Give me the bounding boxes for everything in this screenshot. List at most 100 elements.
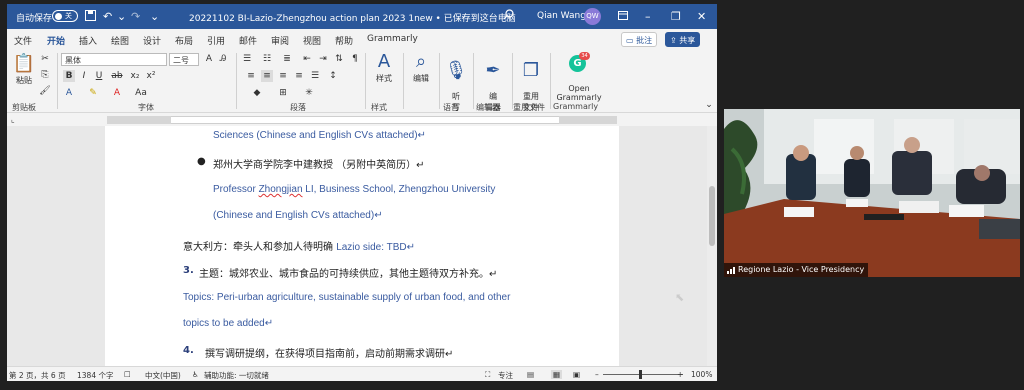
change-case-icon[interactable]: Aa bbox=[135, 87, 147, 99]
zoom-out-icon[interactable]: – bbox=[595, 370, 599, 379]
show-marks-icon[interactable]: ¶ bbox=[349, 53, 361, 65]
open-grammarly-button[interactable]: Open Grammarly bbox=[553, 75, 605, 102]
cut-icon[interactable]: ✂ bbox=[39, 53, 51, 65]
comment-icon: ▭ bbox=[626, 36, 637, 45]
format-painter-icon[interactable]: 🖌 bbox=[39, 85, 51, 97]
zoom-level[interactable]: 100% bbox=[691, 370, 712, 379]
tab-review[interactable]: 审阅 bbox=[271, 34, 289, 47]
web-layout-icon[interactable]: ▣ bbox=[573, 370, 580, 379]
accessibility-icon[interactable]: ♿ bbox=[192, 370, 199, 379]
doc-text: Professor bbox=[213, 184, 259, 195]
share-label: 共享 bbox=[679, 36, 696, 45]
underline-button[interactable]: U bbox=[93, 70, 105, 82]
search-icon[interactable] bbox=[503, 9, 514, 23]
decrease-indent-icon[interactable]: ⇤ bbox=[301, 53, 313, 65]
asian-layout-icon[interactable]: ✳ bbox=[303, 87, 315, 99]
increase-indent-icon[interactable]: ⇥ bbox=[317, 53, 329, 65]
font-size-value: 二号 bbox=[173, 56, 189, 65]
clear-format-icon[interactable]: Ꭿ bbox=[217, 53, 229, 65]
tab-draw[interactable]: 绘图 bbox=[111, 34, 129, 47]
language[interactable]: 中文(中国) bbox=[145, 370, 181, 381]
zoom-in-icon[interactable]: + bbox=[677, 370, 683, 379]
tab-layout[interactable]: 布局 bbox=[175, 34, 193, 47]
tab-stop-icon[interactable]: ⌞ bbox=[11, 115, 15, 124]
distributed-icon[interactable]: ☰ bbox=[309, 70, 321, 82]
share-button[interactable]: ⇪ 共享 bbox=[665, 32, 701, 47]
vertical-scrollbar[interactable] bbox=[707, 126, 717, 366]
autosave-state: 关 bbox=[65, 12, 72, 20]
save-icon[interactable] bbox=[85, 10, 96, 24]
focus-icon[interactable]: ⛶ bbox=[485, 370, 490, 380]
line-spacing-icon[interactable]: ↕ bbox=[327, 70, 339, 82]
close-icon[interactable]: ✕ bbox=[697, 10, 706, 23]
title-caret[interactable]: ⌄ bbox=[460, 11, 468, 21]
highlight-icon[interactable]: ✎ bbox=[87, 87, 99, 99]
subscript-button[interactable]: x₂ bbox=[129, 70, 141, 82]
accessibility-status[interactable]: 辅助功能: 一切就绪 bbox=[204, 370, 269, 381]
superscript-button[interactable]: x² bbox=[145, 70, 157, 82]
group-divider bbox=[439, 53, 440, 109]
customize-toolbar-icon[interactable]: ⌄ bbox=[150, 10, 159, 23]
font-size-select[interactable]: 二号 bbox=[169, 53, 199, 66]
list-number: 4. bbox=[183, 345, 194, 356]
tab-insert[interactable]: 插入 bbox=[79, 34, 97, 47]
copy-icon[interactable]: ⎘ bbox=[39, 69, 51, 81]
ruler-strip[interactable] bbox=[107, 116, 617, 124]
editing-button[interactable]: ⌕ 编辑 bbox=[407, 51, 435, 84]
scrollbar-thumb[interactable] bbox=[709, 186, 715, 246]
undo-dropdown-icon[interactable]: ⌄ bbox=[117, 10, 126, 23]
borders-icon[interactable]: ⊞ bbox=[277, 87, 289, 99]
justify-icon[interactable]: ≡ bbox=[293, 70, 305, 82]
comments-button[interactable]: ▭ 批注 bbox=[621, 32, 658, 47]
zoom-slider-knob[interactable] bbox=[639, 370, 642, 379]
read-mode-icon[interactable]: ▤ bbox=[527, 370, 534, 379]
tab-grammarly[interactable]: Grammarly bbox=[367, 34, 418, 44]
avatar[interactable]: QW bbox=[584, 8, 601, 25]
styles-button[interactable]: A 样式 bbox=[369, 51, 399, 84]
ribbon-display-icon[interactable] bbox=[618, 10, 628, 23]
font-color-icon[interactable]: A bbox=[111, 87, 123, 99]
tab-help[interactable]: 帮助 bbox=[335, 34, 353, 47]
align-right-icon[interactable]: ≡ bbox=[277, 70, 289, 82]
open-grammarly-label: Open Grammarly bbox=[556, 84, 602, 102]
paste-button[interactable]: 📋 粘贴 bbox=[12, 53, 36, 86]
autosave-toggle[interactable]: 关 bbox=[52, 10, 78, 22]
tab-references[interactable]: 引用 bbox=[207, 34, 225, 47]
shading-icon[interactable]: ◆ bbox=[251, 87, 263, 99]
page-count[interactable]: 第 2 页，共 6 页 bbox=[9, 370, 66, 381]
grammarly-badge: 34 bbox=[579, 52, 590, 60]
focus-mode[interactable]: 专注 bbox=[498, 370, 513, 381]
tab-design[interactable]: 设计 bbox=[143, 34, 161, 47]
video-tile[interactable]: Regione Lazio - Vice Presidency bbox=[724, 109, 1020, 277]
zoom-slider[interactable] bbox=[603, 374, 683, 375]
tab-file[interactable]: 文件 bbox=[14, 34, 32, 47]
font-name-select[interactable]: 黑体 bbox=[61, 53, 167, 66]
print-layout-icon[interactable]: ▦ bbox=[551, 370, 563, 379]
sort-icon[interactable]: ⇅ bbox=[333, 53, 345, 65]
tab-mailings[interactable]: 邮件 bbox=[239, 34, 257, 47]
align-left-icon[interactable]: ≡ bbox=[245, 70, 257, 82]
word-count[interactable]: 1384 个字 bbox=[77, 370, 113, 381]
collapse-ribbon-icon[interactable]: ⌄ bbox=[703, 99, 715, 111]
strikethrough-button[interactable]: ab bbox=[111, 70, 123, 82]
undo-icon[interactable]: ↶ bbox=[103, 10, 112, 23]
italic-button[interactable]: I bbox=[78, 70, 90, 82]
group-divider bbox=[57, 53, 58, 109]
text-effects-icon[interactable]: A bbox=[63, 87, 75, 99]
proofing-icon[interactable]: ☐ bbox=[124, 370, 131, 379]
minimize-icon[interactable]: – bbox=[645, 10, 651, 23]
search-icon: ⌕ bbox=[415, 51, 427, 72]
font-name-value: 黑体 bbox=[65, 56, 81, 65]
multilevel-list-icon[interactable]: ≣ bbox=[281, 53, 293, 65]
redo-icon[interactable]: ↷ bbox=[131, 10, 140, 23]
misspelled-word[interactable]: Zhongjian bbox=[259, 184, 303, 195]
grow-font-icon[interactable]: A bbox=[203, 53, 215, 65]
document-page[interactable]: Sciences (Chinese and English CVs attach… bbox=[105, 126, 619, 366]
numbering-icon[interactable]: ☷ bbox=[261, 53, 273, 65]
bullets-icon[interactable]: ☰ bbox=[241, 53, 253, 65]
bold-button[interactable]: B bbox=[63, 70, 75, 82]
tab-view[interactable]: 视图 bbox=[303, 34, 321, 47]
restore-icon[interactable]: ❐ bbox=[671, 10, 681, 23]
group-divider bbox=[403, 53, 404, 109]
align-center-icon[interactable]: ≡ bbox=[261, 70, 273, 82]
